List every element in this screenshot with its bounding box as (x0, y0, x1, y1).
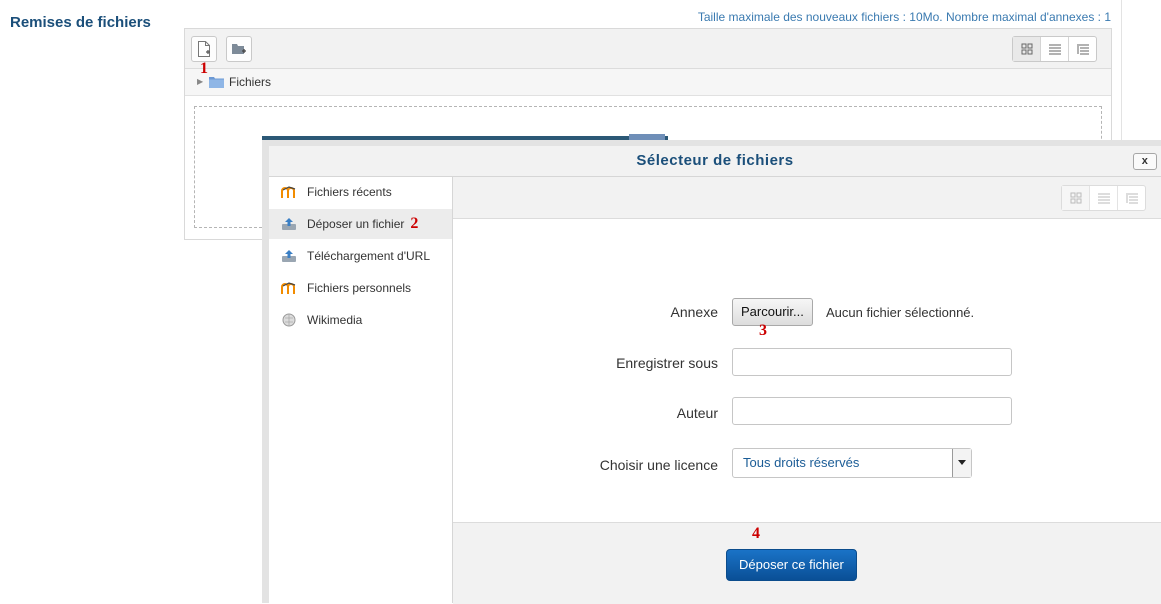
license-label: Choisir une licence (599, 457, 718, 473)
tree-view-button[interactable] (1117, 186, 1145, 210)
sidebar-item-url-download[interactable]: Téléchargement d'URL (269, 241, 452, 271)
add-file-icon (198, 41, 210, 57)
view-switcher (1061, 185, 1146, 211)
dialog-body: Sélecteur de fichiers x Fichiers récents… (269, 146, 1161, 604)
sidebar-item-recent-files[interactable]: Fichiers récents (269, 177, 452, 207)
moodle-icon (281, 184, 297, 200)
annotation-4: 4 (752, 525, 760, 542)
sidebar-item-wikimedia[interactable]: Wikimedia (269, 305, 452, 335)
no-file-selected-text: Aucun fichier sélectionné. (826, 305, 975, 320)
picker-toolbar (453, 177, 1161, 219)
close-button[interactable]: x (1133, 153, 1157, 170)
file-picker-dialog: Sélecteur de fichiers x Fichiers récents… (262, 140, 1161, 604)
upload-file-button[interactable]: Déposer ce fichier (726, 549, 857, 581)
sidebar-item-label: Wikimedia (307, 313, 363, 327)
icons-view-button[interactable] (1013, 37, 1040, 61)
icons-view-button[interactable] (1062, 186, 1089, 210)
list-icon (1048, 44, 1061, 55)
folder-path-bar: ▶ Fichiers (185, 69, 1111, 96)
save-as-input[interactable] (732, 348, 1012, 376)
tree-view-button[interactable] (1068, 37, 1096, 61)
divider (1121, 0, 1122, 150)
author-label: Auteur (676, 405, 718, 421)
grid-icon (1021, 43, 1032, 55)
create-folder-button[interactable] (226, 36, 252, 62)
dropdown-arrow-icon[interactable] (952, 449, 971, 477)
section-title: Remises de fichiers (10, 14, 151, 31)
grid-icon (1070, 192, 1081, 204)
new-folder-icon (232, 44, 246, 54)
wikimedia-icon (281, 312, 297, 328)
license-select[interactable]: Tous droits réservés (732, 448, 972, 478)
moodle-icon (281, 280, 297, 296)
url-download-icon (281, 248, 297, 264)
add-file-button[interactable] (191, 36, 217, 62)
upload-limits-text: Taille maximale des nouveaux fichiers : … (697, 10, 1111, 24)
save-as-label: Enregistrer sous (616, 355, 718, 371)
dialog-title: Sélecteur de fichiers (636, 152, 794, 169)
folder-icon (209, 76, 224, 91)
sidebar-item-label: Fichiers récents (307, 185, 392, 199)
sidebar-item-upload-file[interactable]: Déposer un fichier 2 (269, 209, 452, 239)
sidebar-item-private-files[interactable]: Fichiers personnels (269, 273, 452, 303)
expand-arrow-icon[interactable]: ▶ (197, 77, 203, 86)
upload-icon (281, 216, 297, 232)
list-view-button[interactable] (1089, 186, 1117, 210)
dialog-header: Sélecteur de fichiers x (269, 146, 1161, 177)
tree-icon (1076, 44, 1089, 55)
author-input[interactable] (732, 397, 1012, 425)
view-switcher (1012, 36, 1097, 62)
browse-button[interactable]: Parcourir... (732, 298, 813, 326)
tree-icon (1125, 193, 1138, 204)
license-selected-value: Tous droits réservés (743, 455, 860, 470)
sidebar-item-label: Fichiers personnels (307, 281, 412, 295)
folder-label[interactable]: Fichiers (229, 75, 271, 89)
repository-sidebar: Fichiers récents Déposer un fichier 2 Té… (269, 177, 453, 603)
annotation-3: 3 (759, 322, 767, 339)
list-view-button[interactable] (1040, 37, 1068, 61)
attachment-label: Annexe (670, 304, 718, 320)
sidebar-item-label: Déposer un fichier (307, 217, 405, 231)
file-manager-toolbar (185, 29, 1111, 69)
sidebar-item-label: Téléchargement d'URL (307, 249, 431, 263)
dialog-footer: 4 Déposer ce fichier (453, 522, 1161, 604)
annotation-1: 1 (200, 60, 208, 77)
list-icon (1097, 193, 1110, 204)
annotation-2: 2 (410, 215, 419, 232)
